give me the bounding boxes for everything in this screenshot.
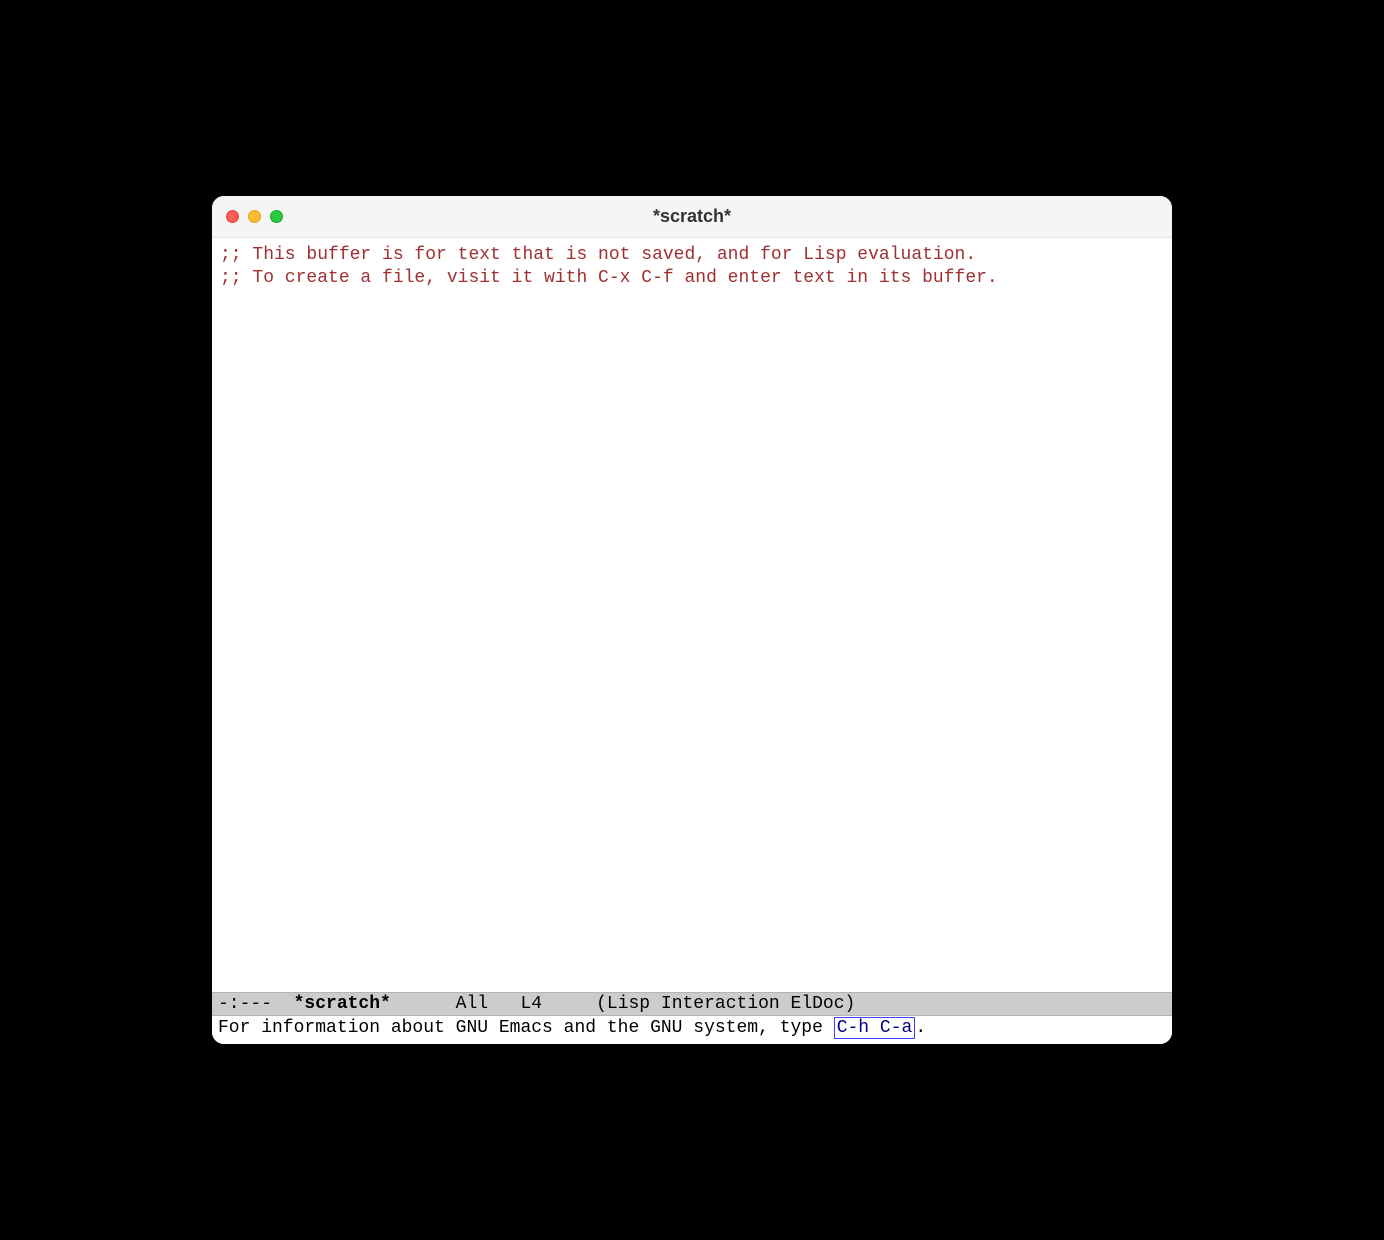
buffer-area[interactable]: ;; This buffer is for text that is not s… <box>212 238 1172 992</box>
modeline-modes: (Lisp Interaction ElDoc) <box>596 994 855 1014</box>
mode-line[interactable]: -:--- *scratch* All L4 (Lisp Interaction… <box>212 992 1172 1016</box>
modeline-position: All <box>456 994 488 1014</box>
minibuffer-key: C-h C-a <box>834 1017 916 1039</box>
minimize-icon[interactable] <box>248 210 261 223</box>
modeline-status: -:--- <box>218 994 283 1014</box>
emacs-window: *scratch* ;; This buffer is for text tha… <box>212 196 1172 1044</box>
minibuffer-suffix: . <box>915 1018 926 1038</box>
minibuffer[interactable]: For information about GNU Emacs and the … <box>212 1016 1172 1044</box>
minibuffer-text: For information about GNU Emacs and the … <box>218 1018 834 1038</box>
buffer-line: ;; To create a file, visit it with C-x C… <box>220 268 998 288</box>
traffic-lights <box>226 210 283 223</box>
modeline-line: L4 <box>520 994 542 1014</box>
buffer-line: ;; This buffer is for text that is not s… <box>220 245 976 265</box>
maximize-icon[interactable] <box>270 210 283 223</box>
close-icon[interactable] <box>226 210 239 223</box>
window-title: *scratch* <box>212 206 1172 227</box>
modeline-buffer-name: *scratch* <box>294 994 391 1014</box>
titlebar: *scratch* <box>212 196 1172 238</box>
